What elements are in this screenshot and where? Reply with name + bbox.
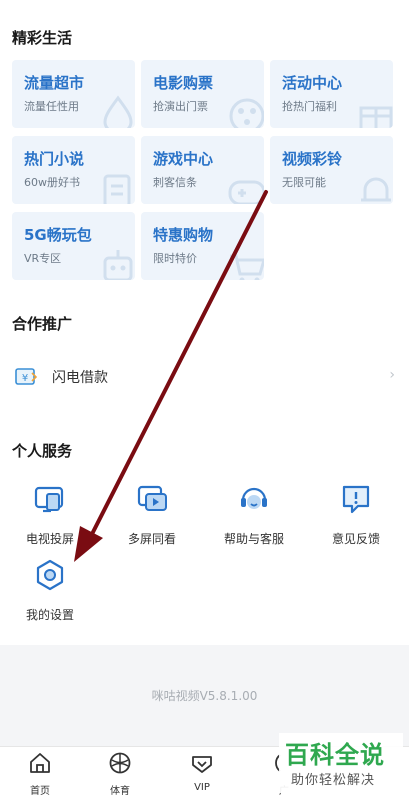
gift-icon [359, 106, 393, 128]
watermark-line2: 助你轻松解决 [291, 773, 376, 788]
section-title-personal: 个人服务 [12, 442, 73, 460]
tile-subtitle: 限时特价 [153, 252, 197, 265]
tab-sports[interactable]: 体育 [90, 751, 150, 797]
settings-icon [36, 559, 64, 591]
sports-ball-icon [109, 752, 131, 774]
tab-label: 首页 [30, 786, 50, 797]
home-icon [30, 753, 50, 773]
service-label: 帮助与客服 [223, 532, 284, 546]
service-label: 多屏同看 [127, 532, 176, 546]
chevron-right-icon: › [389, 367, 395, 383]
bell-icon [361, 177, 391, 202]
tab-vip[interactable]: VIP [172, 751, 232, 793]
partner-item-label: 闪电借款 [52, 370, 108, 386]
tile-title: 电影购票 [153, 74, 214, 92]
tile-special-shopping[interactable]: 特惠购物 限时特价 [141, 212, 264, 280]
yuan-card-icon: ¥ [15, 368, 38, 385]
service-label: 我的设置 [25, 608, 74, 622]
tab-label: VIP [194, 782, 210, 793]
tile-title: 5G畅玩包 [24, 226, 92, 244]
tile-subtitle: 抢热门福利 [282, 100, 337, 113]
tile-title: 活动中心 [282, 74, 343, 92]
tile-data-store[interactable]: 流量超市 流量任性用 [12, 60, 135, 128]
service-multi-screen[interactable]: 多屏同看 [112, 482, 192, 547]
tile-title: 游戏中心 [153, 150, 214, 168]
service-tv-cast[interactable]: 电视投屏 [10, 482, 90, 547]
svg-text:¥: ¥ [22, 373, 28, 384]
section-title-highlights: 精彩生活 [12, 29, 73, 47]
feedback-icon [342, 485, 370, 514]
tile-title: 热门小说 [24, 150, 85, 168]
tile-title: 流量超市 [24, 74, 85, 92]
customer-service-icon [241, 487, 267, 509]
tile-subtitle: 抢演出门票 [153, 100, 208, 113]
service-label: 电视投屏 [25, 532, 74, 546]
tile-subtitle: 60w册好书 [24, 176, 80, 189]
service-feedback[interactable]: 意见反馈 [316, 482, 396, 547]
service-my-settings[interactable]: 我的设置 [10, 558, 90, 623]
tile-5g-package[interactable]: 5G畅玩包 VR专区 [12, 212, 135, 280]
tile-subtitle: VR专区 [24, 252, 62, 265]
book-icon [103, 174, 131, 204]
tile-title: 特惠购物 [153, 226, 214, 244]
watermark-logo: 百科全说 助你轻松解决 [279, 733, 403, 793]
app-version: 咪咕视频V5.8.1.00 [151, 689, 258, 703]
vip-icon [192, 756, 212, 773]
gamepad-icon [228, 180, 264, 204]
watermark-line1: 百科全说 [285, 741, 385, 769]
tile-video-ringtone[interactable]: 视频彩铃 无限可能 [270, 136, 393, 204]
section-title-partner: 合作推广 [12, 315, 73, 333]
tile-movie-tickets[interactable]: 电影购票 抢演出门票 [141, 60, 264, 128]
film-reel-icon [229, 98, 264, 128]
tile-title: 视频彩铃 [282, 150, 343, 168]
service-help-support[interactable]: 帮助与客服 [214, 482, 294, 547]
tab-label: 体育 [110, 786, 130, 797]
drop-icon [103, 95, 133, 128]
service-label: 意见反馈 [331, 532, 380, 546]
tile-game-center[interactable]: 游戏中心 刺客信条 [141, 136, 264, 204]
tile-activity-center[interactable]: 活动中心 抢热门福利 [270, 60, 393, 128]
robot-icon [103, 250, 133, 280]
tile-subtitle: 无限可能 [282, 176, 326, 189]
footer-area: 咪咕视频V5.8.1.00 [0, 645, 409, 746]
partner-item-flash-loan[interactable]: ¥ 闪电借款 › [0, 355, 409, 397]
cart-icon [230, 254, 264, 280]
tile-subtitle: 刺客信条 [153, 176, 197, 189]
tv-cast-icon [34, 486, 64, 513]
multi-screen-icon [137, 485, 167, 511]
tile-novels[interactable]: 热门小说 60w册好书 [12, 136, 135, 204]
tile-subtitle: 流量任性用 [24, 100, 79, 113]
tab-home[interactable]: 首页 [10, 751, 70, 797]
